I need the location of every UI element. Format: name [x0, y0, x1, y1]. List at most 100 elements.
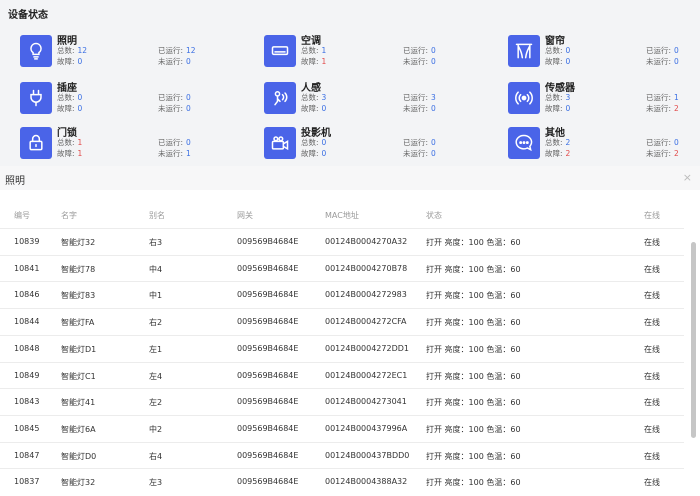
device-card-air-conditioner[interactable]: 空调 总数: 1 故障: 1 已运行: 0 未运行: 0 [264, 32, 494, 72]
other-chat-icon [508, 127, 540, 159]
cell-online: 在线 [644, 478, 660, 488]
cell-id: 10845 [14, 423, 40, 433]
cell-online: 在线 [644, 344, 660, 354]
cell-status: 打开 亮度：100 色温：60 [426, 264, 521, 274]
table-row[interactable]: 10849 智能灯C1 左4 009569B4684E 00124B0004272EC1… [0, 361, 684, 389]
fault-label: 故障: [301, 149, 319, 158]
stopped-count: 0 [431, 104, 436, 113]
cell-online: 在线 [644, 318, 660, 328]
cell-online: 在线 [644, 371, 660, 381]
fault-label: 故障: [545, 104, 563, 113]
device-card-other[interactable]: 其他 总数: 2 故障: 2 已运行: 0 未运行: 2 [508, 124, 700, 164]
table-row[interactable]: 10843 智能灯41 左2 009569B4684E 00124B0004273041… [0, 388, 684, 415]
cell-name: 智能灯6A [61, 424, 96, 434]
cell-id: 10844 [14, 317, 40, 327]
device-detail-panel: 照明 × 编号 名字 别名 网关 MAC地址 状态 在线 10839 智能灯32 右… [0, 166, 700, 496]
cell-id: 10841 [14, 263, 40, 273]
stopped-count: 2 [674, 149, 679, 158]
stopped-label: 未运行: [403, 57, 429, 66]
cell-gateway: 009569B4684E [237, 397, 299, 407]
total-label: 总数: [301, 93, 319, 102]
cell-id: 10848 [14, 343, 40, 353]
lightbulb-icon [20, 35, 52, 67]
panel-header: 照明 × [0, 166, 700, 190]
total-count: 0 [321, 138, 327, 147]
fault-label: 故障: [301, 104, 319, 113]
table-row[interactable]: 10847 智能灯D0 右4 009569B4684E 00124B000437BDD0… [0, 441, 684, 469]
table-row[interactable]: 10848 智能灯D1 左1 009569B4684E 00124B0004272DD1… [0, 334, 684, 362]
running-label: 已运行: [158, 93, 184, 102]
stopped-count: 0 [431, 57, 436, 66]
cell-id: 10846 [14, 290, 40, 300]
cell-gateway: 009569B4684E [237, 423, 299, 433]
device-card-door-lock[interactable]: 门锁 总数: 1 故障: 1 已运行: 0 未运行: 1 [20, 124, 250, 164]
device-card-lighting[interactable]: 照明 总数: 12 故障: 0 已运行: 12 未运行: 0 [20, 32, 250, 72]
cell-status: 打开 亮度：100 色温：60 [426, 318, 521, 328]
cell-alias: 中2 [149, 424, 163, 434]
cell-status: 打开 亮度：100 色温：60 [426, 291, 521, 301]
running-count: 12 [186, 46, 196, 55]
cell-mac: 00124B0004388A32 [325, 477, 408, 487]
total-label: 总数: [545, 93, 563, 102]
running-count: 0 [431, 138, 436, 147]
cell-id: 10843 [14, 397, 40, 407]
cell-status: 打开 亮度：100 色温：60 [426, 451, 521, 461]
device-card-sensor[interactable]: 传感器 总数: 3 故障: 0 已运行: 1 未运行: 2 [508, 79, 700, 119]
total-label: 总数: [301, 138, 319, 147]
page-title: 设备状态 [8, 10, 48, 21]
running-label: 已运行: [646, 138, 672, 147]
table-row[interactable]: 10839 智能灯32 右3 009569B4684E 00124B0004270A32… [0, 228, 684, 255]
stopped-label: 未运行: [646, 104, 672, 113]
fault-count: 0 [321, 149, 327, 158]
running-count: 3 [431, 93, 436, 102]
stopped-count: 0 [186, 104, 191, 113]
cell-mac: 00124B0004270B78 [325, 263, 408, 273]
cell-alias: 左1 [149, 344, 163, 354]
device-card-socket[interactable]: 插座 总数: 0 故障: 0 已运行: 0 未运行: 0 [20, 79, 250, 119]
cell-mac: 00124B000437996A [325, 423, 408, 433]
cell-gateway: 009569B4684E [237, 290, 299, 300]
stopped-label: 未运行: [646, 149, 672, 158]
cell-status: 打开 亮度：100 色温：60 [426, 398, 521, 408]
cell-online: 在线 [644, 424, 660, 434]
cell-status: 打开 亮度：100 色温：60 [426, 344, 521, 354]
scrollbar-thumb[interactable] [691, 242, 696, 438]
cell-alias: 右2 [149, 318, 163, 328]
cell-alias: 左3 [149, 478, 163, 488]
total-label: 总数: [57, 93, 75, 102]
table-row[interactable]: 10837 智能灯32 左3 009569B4684E 00124B0004388A32… [0, 468, 684, 495]
total-label: 总数: [301, 46, 319, 55]
running-label: 已运行: [646, 46, 672, 55]
cell-online: 在线 [644, 291, 660, 301]
total-count: 0 [565, 46, 571, 55]
running-label: 已运行: [158, 46, 184, 55]
close-icon[interactable]: × [683, 171, 692, 184]
device-card-projector[interactable]: 投影机 总数: 0 故障: 0 已运行: 0 未运行: 0 [264, 124, 494, 164]
fault-count: 0 [321, 104, 327, 113]
fault-label: 故障: [545, 149, 563, 158]
fault-count: 0 [77, 104, 83, 113]
running-count: 1 [674, 93, 679, 102]
cell-online: 在线 [644, 238, 660, 247]
presence-sensor-icon [264, 82, 296, 114]
total-count: 12 [77, 46, 88, 55]
table-row[interactable]: 10841 智能灯78 中4 009569B4684E 00124B0004270B78… [0, 254, 684, 282]
running-count: 0 [186, 138, 191, 147]
cell-mac: 00124B0004272CFA [325, 317, 407, 327]
table-row[interactable]: 10844 智能灯FA 右2 009569B4684E 00124B0004272CFA… [0, 308, 684, 335]
cell-alias: 中1 [149, 291, 163, 301]
stopped-count: 0 [186, 57, 191, 66]
stopped-label: 未运行: [158, 57, 184, 66]
device-card-presence[interactable]: 人感 总数: 3 故障: 0 已运行: 3 未运行: 0 [264, 79, 494, 119]
device-card-curtain[interactable]: 窗帘 总数: 0 故障: 0 已运行: 0 未运行: 0 [508, 32, 700, 72]
stopped-count: 0 [431, 149, 436, 158]
cell-name: 智能灯41 [61, 398, 96, 408]
table-row[interactable]: 10846 智能灯83 中1 009569B4684E 00124B0004272983… [0, 281, 684, 308]
cell-id: 10847 [14, 450, 40, 460]
table-row[interactable]: 10845 智能灯6A 中2 009569B4684E 00124B000437996A… [0, 414, 684, 442]
total-count: 3 [321, 93, 327, 102]
cell-name: 智能灯D1 [61, 344, 97, 354]
cell-status: 打开 亮度：100 色温：60 [426, 238, 521, 247]
total-count: 3 [565, 93, 571, 102]
cell-gateway: 009569B4684E [237, 263, 299, 273]
